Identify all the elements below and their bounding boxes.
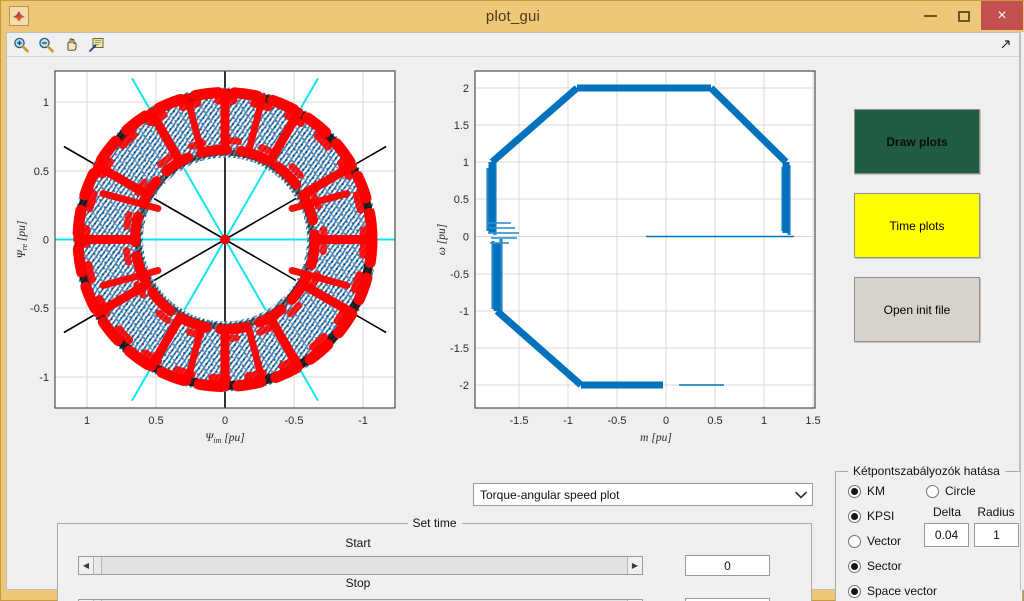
- svg-text:1.5: 1.5: [805, 415, 820, 427]
- svg-text:-0.5: -0.5: [608, 415, 627, 427]
- radio-vector-label: Vector: [867, 534, 902, 548]
- svg-text:-1: -1: [358, 415, 368, 427]
- pan-icon[interactable]: [60, 34, 82, 55]
- start-slider-right-arrow[interactable]: ▶: [627, 557, 642, 574]
- svg-text:0: 0: [663, 415, 669, 427]
- window-title: plot_gui: [485, 8, 541, 25]
- draw-plots-label: Draw plots: [886, 134, 948, 149]
- radius-value: 1: [993, 528, 1000, 542]
- svg-text:0: 0: [222, 415, 228, 427]
- svg-text:1: 1: [463, 157, 469, 169]
- set-time-panel: Set time Start ◀ ▶ 0 Stop ◀: [57, 516, 812, 601]
- start-slider-track[interactable]: [94, 557, 627, 574]
- radio-km[interactable]: KM: [848, 484, 885, 498]
- start-slider-label: Start: [345, 536, 371, 550]
- delta-field[interactable]: 0.04: [924, 523, 969, 547]
- radio-kpsi[interactable]: KPSI: [848, 509, 894, 523]
- radio-space-vector-dot: [848, 584, 861, 598]
- svg-text:-1: -1: [563, 415, 573, 427]
- maximize-button[interactable]: [947, 2, 981, 30]
- radio-circle-label: Circle: [945, 484, 976, 498]
- svg-text:-1: -1: [39, 372, 49, 384]
- svg-text:1.5: 1.5: [454, 120, 469, 132]
- radio-sector[interactable]: Sector: [848, 559, 902, 573]
- svg-text:2: 2: [463, 83, 469, 95]
- plot-type-dropdown[interactable]: Torque-angular speed plot: [473, 483, 813, 506]
- minimize-button[interactable]: [913, 2, 947, 30]
- delta-label: Delta: [932, 505, 961, 519]
- open-init-file-label: Open init file: [883, 302, 951, 317]
- application-window: plot_gui × 1 0.5 0 -0.5 -1 1 0.5 0 -0.5 …: [0, 0, 1024, 601]
- radius-field[interactable]: 1: [974, 523, 1019, 547]
- zoom-out-icon[interactable]: [35, 34, 57, 55]
- delta-value: 0.04: [934, 528, 959, 542]
- radio-kpsi-dot: [848, 509, 861, 523]
- start-slider-thumb[interactable]: [94, 557, 102, 574]
- svg-text:-1.5: -1.5: [510, 415, 529, 427]
- time-plots-button[interactable]: Time plots: [854, 193, 980, 258]
- client-area: 1 0.5 0 -0.5 -1 1 0.5 0 -0.5 -1 Ψim [pu]…: [6, 32, 1023, 601]
- maximize-icon: [958, 10, 970, 22]
- radio-space-vector-label: Space vector: [867, 584, 938, 598]
- svg-text:0: 0: [43, 235, 49, 247]
- start-value: 0: [724, 558, 731, 573]
- svg-text:-1: -1: [459, 306, 469, 318]
- close-icon: ×: [997, 6, 1007, 24]
- radius-label: Radius: [977, 505, 1015, 519]
- flux-locus-plot[interactable]: 1 0.5 0 -0.5 -1 1 0.5 0 -0.5 -1 Ψim [pu]…: [11, 63, 411, 448]
- set-time-panel-title: Set time: [407, 516, 462, 530]
- title-bar: plot_gui ×: [1, 1, 1024, 32]
- radio-vector[interactable]: Vector: [848, 534, 901, 548]
- start-slider[interactable]: ◀ ▶: [78, 556, 643, 575]
- controller-effects-panel-title: Kétpontszabályozók hatása: [848, 464, 1005, 478]
- radio-space-vector[interactable]: Space vector: [848, 584, 937, 598]
- chevron-down-icon: [790, 491, 812, 499]
- svg-text:-1.5: -1.5: [450, 343, 469, 355]
- radio-km-dot: [848, 484, 861, 498]
- svg-text:-0.5: -0.5: [30, 303, 49, 315]
- open-init-file-button[interactable]: Open init file: [854, 277, 980, 342]
- stop-slider-label: Stop: [345, 576, 371, 590]
- svg-text:-2: -2: [459, 380, 469, 392]
- zoom-in-icon[interactable]: [10, 34, 32, 55]
- svg-text:0.5: 0.5: [148, 415, 163, 427]
- window-right-edge: [1020, 32, 1024, 590]
- radio-km-label: KM: [867, 484, 885, 498]
- svg-text:1: 1: [43, 97, 49, 109]
- figure-toolbar: [7, 33, 1019, 57]
- svg-text:1: 1: [761, 415, 767, 427]
- plot-type-value: Torque-angular speed plot: [480, 487, 620, 502]
- radio-vector-dot: [848, 534, 861, 548]
- svg-text:0: 0: [463, 232, 469, 244]
- svg-text:Ψim [pu]: Ψim [pu]: [205, 432, 244, 445]
- svg-text:0.5: 0.5: [707, 415, 722, 427]
- radio-circle[interactable]: Circle: [926, 484, 976, 498]
- radio-circle-dot: [926, 484, 939, 498]
- start-slider-left-arrow[interactable]: ◀: [79, 557, 94, 574]
- torque-speed-plot[interactable]: 2 1.5 1 0.5 0 -0.5 -1 -1.5 -2 -1.5 -1 -0…: [431, 63, 831, 448]
- close-button[interactable]: ×: [981, 1, 1023, 30]
- start-value-field[interactable]: 0: [685, 555, 770, 576]
- svg-text:Ψre [pu]: Ψre [pu]: [16, 221, 29, 259]
- svg-text:ω [pu]: ω [pu]: [436, 224, 448, 255]
- draw-plots-button[interactable]: Draw plots: [854, 109, 980, 174]
- radio-kpsi-label: KPSI: [867, 509, 895, 523]
- svg-text:1: 1: [84, 415, 90, 427]
- toolbar-overflow-icon[interactable]: [999, 38, 1013, 52]
- svg-text:m [pu]: m [pu]: [640, 432, 672, 444]
- time-plots-label: Time plots: [889, 218, 945, 233]
- radio-sector-label: Sector: [867, 559, 902, 573]
- controller-effects-panel: Kétpontszabályozók hatása KM KPSI Vector…: [835, 464, 1023, 601]
- svg-text:0.5: 0.5: [454, 194, 469, 206]
- svg-text:-0.5: -0.5: [285, 415, 304, 427]
- svg-text:0.5: 0.5: [34, 166, 49, 178]
- svg-text:-0.5: -0.5: [450, 269, 469, 281]
- data-cursor-icon[interactable]: [85, 34, 107, 55]
- minimize-icon: [923, 15, 937, 17]
- radio-sector-dot: [848, 559, 861, 573]
